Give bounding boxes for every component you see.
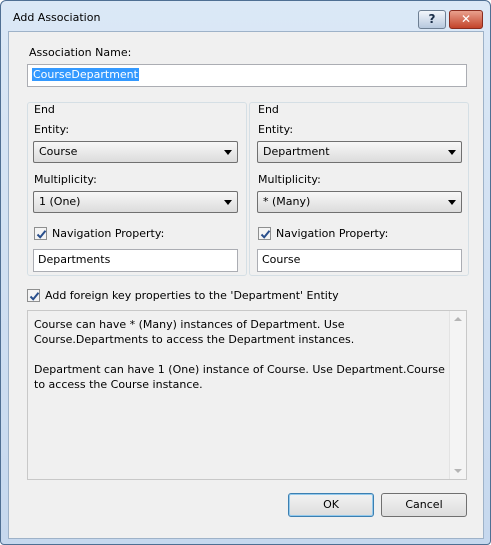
end-label-left: End [34, 103, 55, 116]
multiplicity-combo-right[interactable]: * (Many) [257, 191, 462, 213]
entity-combo-right[interactable]: Department [257, 141, 462, 163]
dialog-window: Add Association ? ✕ Association Name: Co… [0, 0, 491, 545]
end-group-right: End Entity: Department Multiplicity: * (… [249, 102, 469, 276]
end-label-right: End [258, 103, 279, 116]
association-name-input[interactable]: CourseDepartment [27, 64, 467, 87]
ok-button[interactable]: OK [288, 493, 374, 517]
multiplicity-combo-left[interactable]: 1 (One) [33, 191, 238, 213]
multiplicity-label-left: Multiplicity: [34, 173, 97, 186]
entity-label-left: Entity: [34, 123, 70, 136]
scroll-down-icon[interactable] [454, 469, 462, 473]
window-title: Add Association [13, 11, 101, 24]
entity-combo-left[interactable]: Course [33, 141, 238, 163]
description-paragraph-2: Department can have 1 (One) instance of … [34, 363, 445, 391]
association-name-label: Association Name: [29, 46, 132, 59]
chevron-down-icon [224, 150, 232, 155]
entity-value-left: Course [39, 145, 78, 158]
chevron-down-icon [224, 200, 232, 205]
checkmark-icon [29, 292, 40, 301]
cancel-button[interactable]: Cancel [381, 493, 467, 517]
chevron-down-icon [448, 150, 456, 155]
close-button[interactable]: ✕ [449, 10, 483, 29]
checkmark-icon [36, 230, 47, 239]
description-box[interactable]: Course can have * (Many) instances of De… [27, 310, 467, 480]
association-name-value: CourseDepartment [32, 68, 139, 81]
nav-property-checkbox-right[interactable] [258, 227, 271, 240]
multiplicity-value-right: * (Many) [263, 195, 311, 208]
chevron-down-icon [448, 200, 456, 205]
end-group-left: End Entity: Course Multiplicity: 1 (One)… [27, 102, 247, 276]
entity-label-right: Entity: [258, 123, 294, 136]
multiplicity-value-left: 1 (One) [39, 195, 81, 208]
description-scrollbar[interactable] [449, 311, 466, 479]
nav-property-input-right[interactable]: Course [257, 249, 462, 272]
foreign-key-label: Add foreign key properties to the 'Depar… [45, 289, 339, 302]
checkmark-icon [260, 230, 271, 239]
foreign-key-checkbox[interactable] [27, 289, 40, 302]
help-button[interactable]: ? [418, 10, 446, 29]
multiplicity-label-right: Multiplicity: [258, 173, 321, 186]
title-bar[interactable]: Add Association ? ✕ [1, 1, 490, 31]
scroll-up-icon[interactable] [454, 317, 462, 321]
description-text: Course can have * (Many) instances of De… [34, 317, 446, 407]
nav-property-label-left: Navigation Property: [52, 227, 165, 240]
nav-property-label-right: Navigation Property: [276, 227, 389, 240]
nav-property-checkbox-left[interactable] [34, 227, 47, 240]
description-paragraph-1: Course can have * (Many) instances of De… [34, 318, 355, 346]
entity-value-right: Department [263, 145, 330, 158]
dialog-content: Association Name: CourseDepartment End E… [8, 31, 484, 539]
nav-property-input-left[interactable]: Departments [33, 249, 238, 272]
